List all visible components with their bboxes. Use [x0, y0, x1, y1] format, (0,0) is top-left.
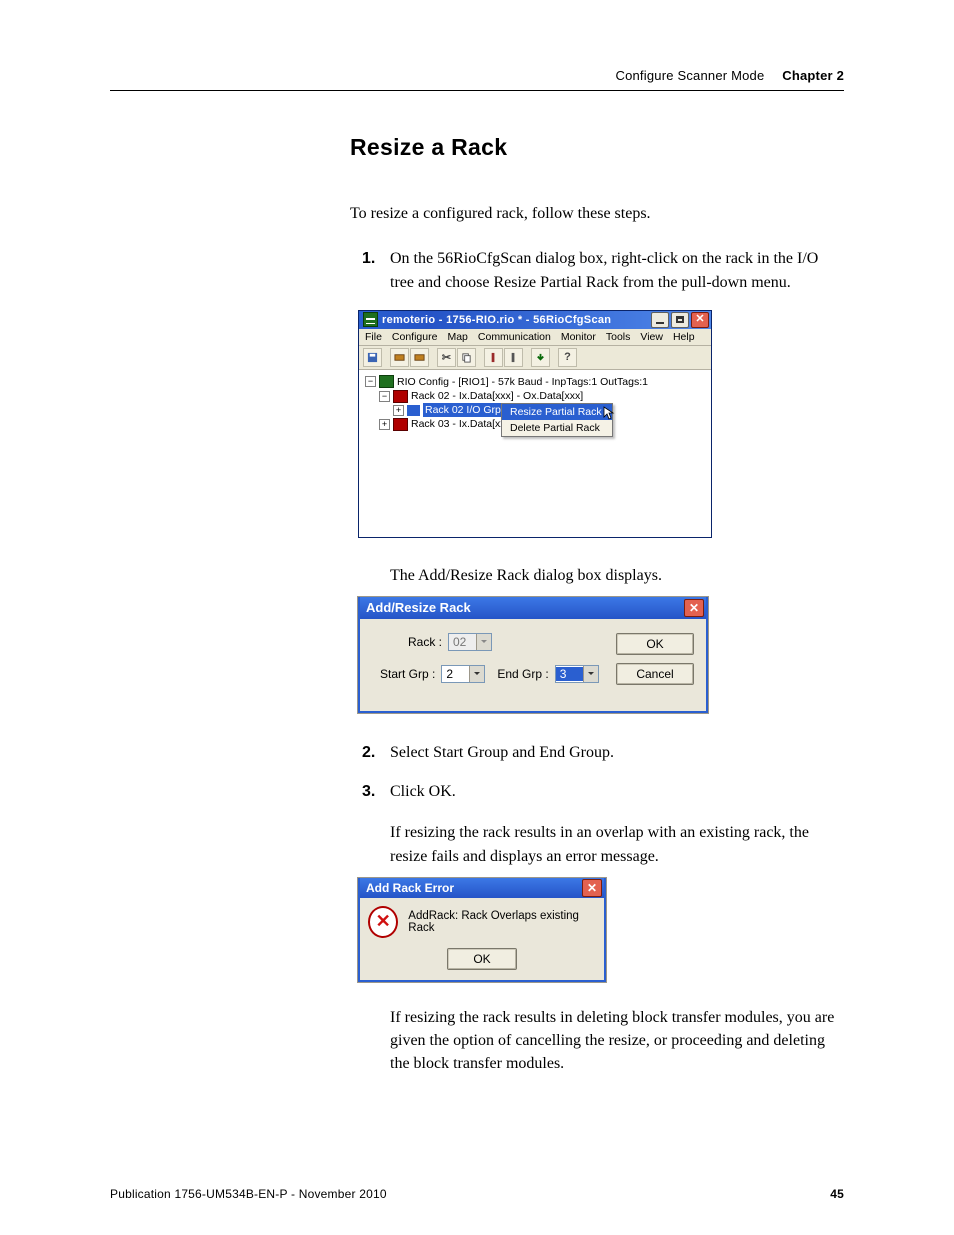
copy-icon[interactable]	[457, 348, 476, 367]
start-grp-select[interactable]: 2	[441, 665, 485, 683]
step-1: On the 56RioCfgScan dialog box, right-cl…	[350, 247, 844, 293]
tree-rack02-label[interactable]: Rack 02 - Ix.Data[xxx] - Ox.Data[xxx]	[411, 389, 583, 403]
dialog3-title: Add Rack Error	[366, 881, 454, 895]
download-icon[interactable]	[531, 348, 550, 367]
menu-file[interactable]: File	[365, 331, 382, 343]
step-3: Click OK.	[350, 780, 844, 803]
ctx-delete-partial-rack[interactable]: Delete Partial Rack	[502, 420, 612, 436]
help-icon[interactable]: ?	[558, 348, 577, 367]
ok-button[interactable]: OK	[447, 948, 517, 970]
overlap-note: If resizing the rack results in an overl…	[390, 821, 844, 867]
menu-configure[interactable]: Configure	[392, 331, 438, 343]
dialog3-titlebar[interactable]: Add Rack Error ✕	[360, 878, 604, 898]
after-step1: The Add/Resize Rack dialog box displays.	[390, 564, 844, 587]
separator	[551, 348, 557, 365]
expander-icon[interactable]: +	[379, 419, 390, 430]
menu-tools[interactable]: Tools	[606, 331, 631, 343]
header-rule	[110, 90, 844, 91]
header-chapter: Chapter 2	[782, 68, 844, 83]
page-footer: Publication 1756-UM534B-EN-P - November …	[110, 1187, 844, 1201]
rack-select: 02	[448, 633, 492, 651]
ctx-item-label: Resize Partial Rack	[510, 406, 602, 418]
rack-icon	[393, 390, 408, 403]
iogroup-icon	[407, 405, 420, 416]
end-grp-select[interactable]: 3	[555, 665, 599, 683]
toolbar: ✂ ?	[359, 346, 711, 370]
rack-add-icon[interactable]	[390, 348, 409, 367]
menubar[interactable]: File Configure Map Communication Monitor…	[359, 329, 711, 346]
cfgscan-window: remoterio - 1756-RIO.rio * - 56RioCfgSca…	[358, 310, 712, 538]
cut-icon[interactable]: ✂	[437, 348, 456, 367]
close-button[interactable]: ✕	[691, 312, 709, 328]
end-grp-label: End Grp :	[497, 667, 548, 681]
rack-icon	[393, 418, 408, 431]
tree-root-label[interactable]: RIO Config - [RIO1] - 57k Baud - InpTags…	[397, 375, 648, 389]
intro-paragraph: To resize a configured rack, follow thes…	[350, 203, 844, 225]
cancel-button[interactable]: Cancel	[616, 663, 694, 685]
expander-icon[interactable]: +	[393, 405, 404, 416]
delete-modules-note: If resizing the rack results in deleting…	[390, 1006, 844, 1076]
start-grp-value: 2	[442, 667, 469, 681]
ctx-resize-partial-rack[interactable]: Resize Partial Rack	[502, 404, 612, 420]
titlebar[interactable]: remoterio - 1756-RIO.rio * - 56RioCfgSca…	[359, 311, 711, 329]
config-icon	[379, 375, 394, 388]
tool-b-icon[interactable]	[504, 348, 523, 367]
dialog2-title: Add/Resize Rack	[366, 600, 471, 615]
chevron-down-icon[interactable]	[583, 666, 598, 682]
separator	[430, 348, 436, 365]
io-tree[interactable]: − RIO Config - [RIO1] - 57k Baud - InpTa…	[359, 370, 711, 537]
header-section: Configure Scanner Mode	[615, 68, 764, 83]
rack-add2-icon[interactable]	[410, 348, 429, 367]
tool-a-icon[interactable]	[484, 348, 503, 367]
window-title: remoterio - 1756-RIO.rio * - 56RioCfgSca…	[382, 314, 651, 326]
expander-icon[interactable]: −	[379, 391, 390, 402]
page-number: 45	[830, 1187, 844, 1201]
menu-communication[interactable]: Communication	[478, 331, 551, 343]
app-icon	[363, 312, 378, 327]
section-title: Resize a Rack	[350, 134, 844, 161]
save-icon[interactable]	[363, 348, 382, 367]
error-icon: ✕	[368, 906, 398, 938]
dialog2-titlebar[interactable]: Add/Resize Rack ✕	[360, 597, 706, 619]
start-grp-label: Start Grp :	[380, 667, 435, 681]
close-button[interactable]: ✕	[684, 599, 704, 617]
rack-value: 02	[449, 635, 476, 649]
separator	[383, 348, 389, 365]
tree-rack03-label[interactable]: Rack 03 - Ix.Data[xxx]	[411, 417, 514, 431]
step-2: Select Start Group and End Group.	[350, 741, 844, 764]
expander-icon[interactable]: −	[365, 376, 376, 387]
chevron-down-icon[interactable]	[469, 666, 484, 682]
maximize-button[interactable]	[671, 312, 689, 328]
ok-button[interactable]: OK	[616, 633, 694, 655]
menu-map[interactable]: Map	[447, 331, 467, 343]
add-resize-rack-dialog: Add/Resize Rack ✕ Rack : 02 Start Grp :	[358, 597, 708, 713]
publication-id: Publication 1756-UM534B-EN-P - November …	[110, 1187, 387, 1201]
separator	[524, 348, 530, 365]
chevron-down-icon	[476, 634, 491, 650]
separator	[477, 348, 483, 365]
end-grp-value: 3	[556, 667, 583, 681]
menu-monitor[interactable]: Monitor	[561, 331, 596, 343]
close-button[interactable]: ✕	[582, 879, 602, 897]
error-message: AddRack: Rack Overlaps existing Rack	[408, 910, 596, 934]
running-header: Configure Scanner Mode Chapter 2	[615, 68, 844, 83]
add-rack-error-dialog: Add Rack Error ✕ ✕ AddRack: Rack Overlap…	[358, 878, 606, 982]
minimize-button[interactable]	[651, 312, 669, 328]
context-menu[interactable]: Resize Partial Rack Delete Partial Rack	[501, 403, 613, 437]
menu-view[interactable]: View	[640, 331, 663, 343]
menu-help[interactable]: Help	[673, 331, 695, 343]
rack-label: Rack :	[380, 635, 442, 649]
